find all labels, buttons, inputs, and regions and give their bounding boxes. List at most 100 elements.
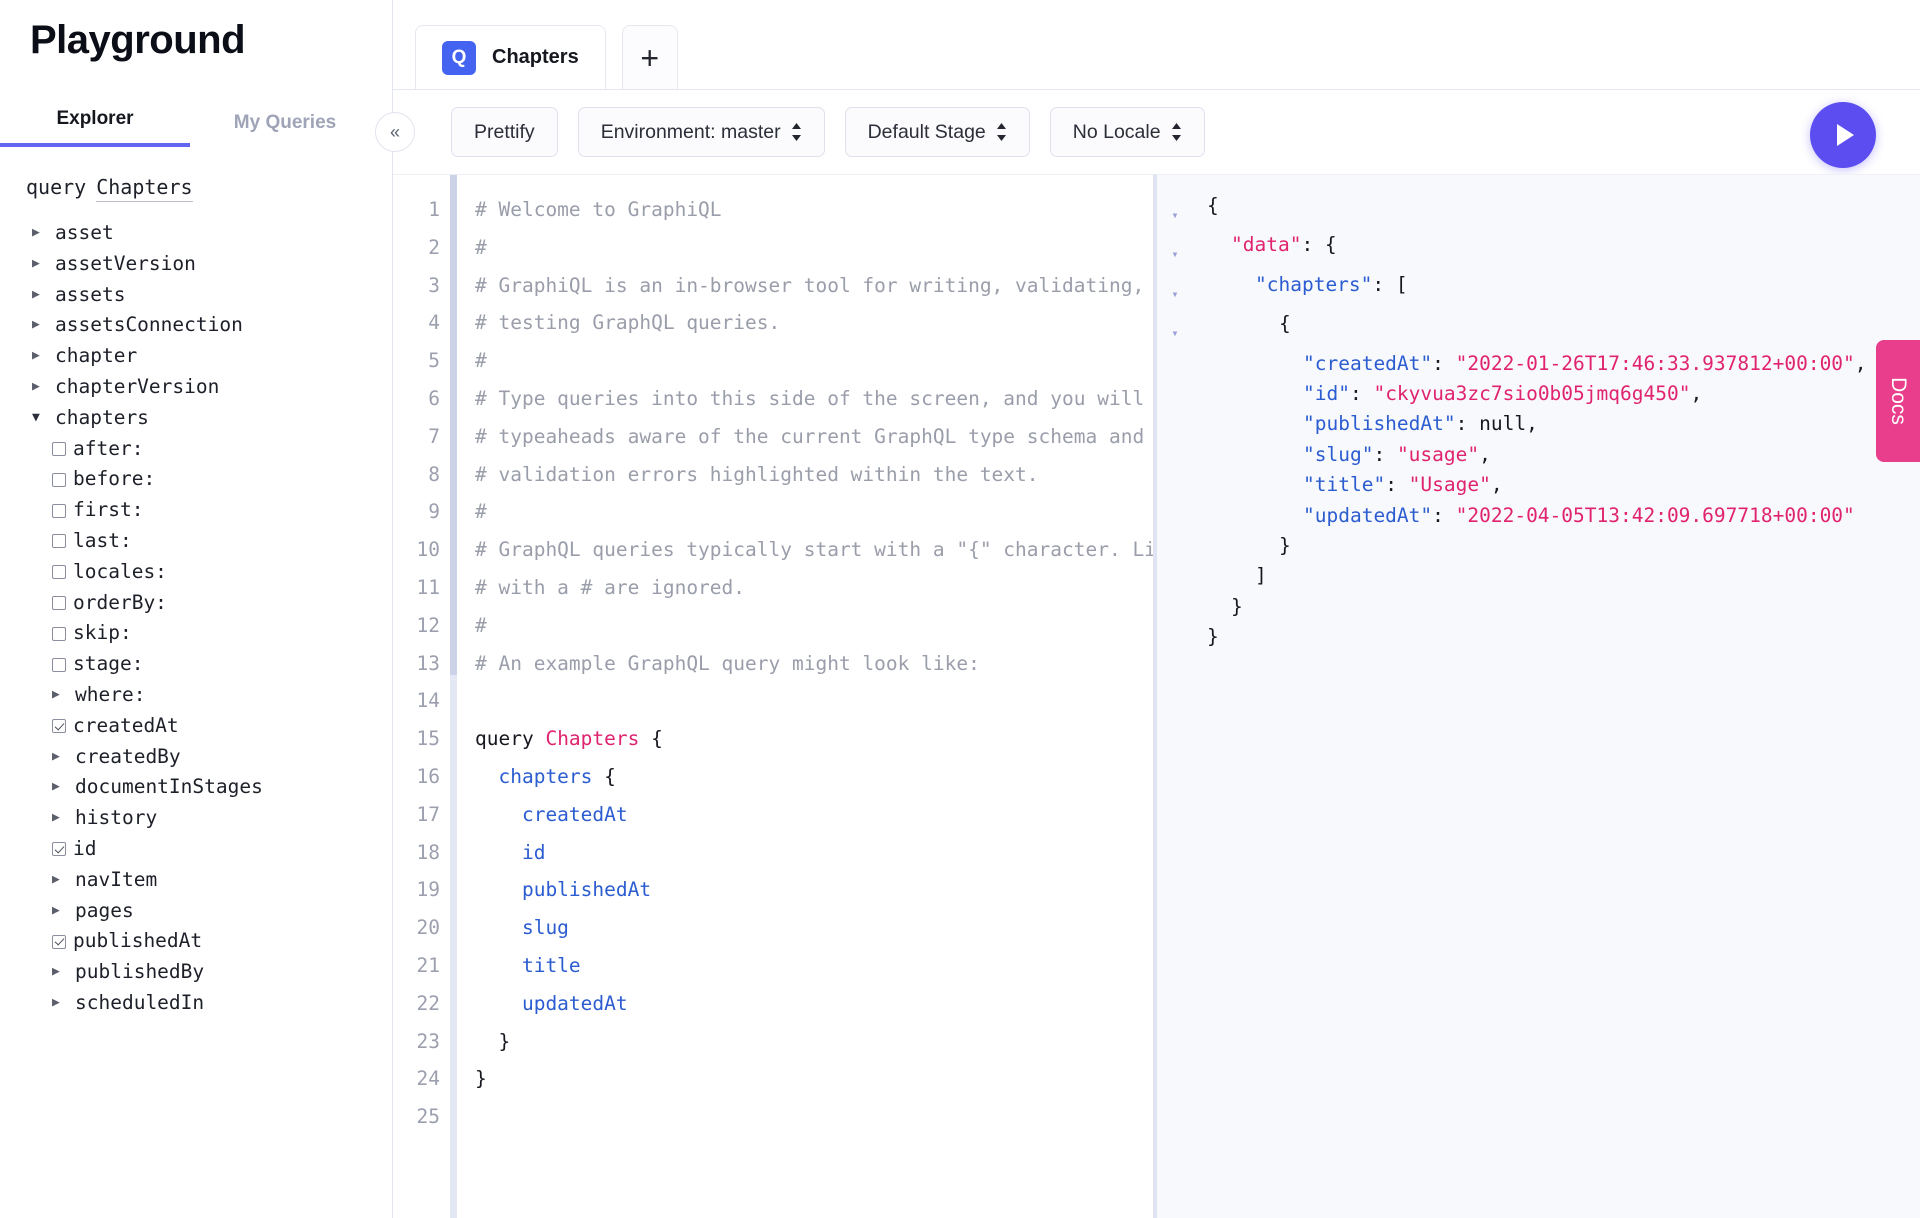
tree-item-assetsConnection[interactable]: ▶ assetsConnection [0, 310, 392, 341]
add-tab-button[interactable]: + [621, 25, 678, 89]
editor-vertical-scrollbar[interactable] [450, 175, 457, 1218]
code-line: 4 # testing GraphQL queries. [393, 304, 1153, 342]
fold-toggle-icon[interactable]: ▾ [1157, 270, 1193, 309]
checkbox-icon[interactable] [52, 534, 66, 549]
checkbox-icon[interactable] [52, 441, 66, 456]
tree-item-documentInStages[interactable]: ▶ documentInStages [0, 772, 392, 803]
json-token: , [1479, 442, 1491, 466]
tree-item-history[interactable]: ▶ history [0, 803, 392, 834]
tree-item-pages[interactable]: ▶ pages [0, 896, 392, 927]
tree-item-chapter[interactable]: ▶ chapter [0, 341, 392, 372]
tree-item-label: after: [73, 436, 144, 460]
checkbox-icon[interactable] [52, 626, 66, 641]
chevron-right-icon[interactable]: ▶ [52, 957, 68, 988]
fold-toggle-icon[interactable]: ▾ [1157, 309, 1193, 348]
docs-tab-button[interactable]: Docs [1876, 340, 1920, 462]
chevron-right-icon[interactable]: ▶ [52, 680, 68, 711]
checkbox-icon[interactable] [52, 657, 66, 672]
checkbox-icon[interactable] [52, 934, 66, 949]
tree-item-navItem[interactable]: ▶ navItem [0, 865, 392, 896]
environment-select[interactable]: Environment: master [577, 107, 825, 157]
fold-toggle-icon [1157, 561, 1193, 591]
tree-item-createdBy[interactable]: ▶ createdBy [0, 742, 392, 773]
tree-item-chapterVersion[interactable]: ▶ chapterVersion [0, 372, 392, 403]
tree-item-scheduledIn[interactable]: ▶ scheduledIn [0, 988, 392, 1019]
tree-item-chapters[interactable]: ▼ chapters [0, 403, 392, 434]
tree-item-publishedAt[interactable]: publishedAt [0, 926, 392, 957]
tree-item-label: createdBy [75, 744, 181, 768]
comment-token: # GraphQL queries typically start with a… [475, 538, 1153, 562]
query-editor[interactable]: 1 # Welcome to GraphiQL 2 #3 # GraphiQL is a… [393, 174, 1153, 1218]
query-name-input[interactable]: Chapters [96, 175, 193, 202]
chevron-right-icon[interactable]: ▶ [52, 865, 68, 896]
chevron-right-icon[interactable]: ▶ [52, 772, 68, 803]
chevron-right-icon[interactable]: ▶ [52, 803, 68, 834]
environment-label: Environment: master [600, 120, 781, 143]
fold-toggle-icon [1157, 440, 1193, 470]
tab-my-queries[interactable]: My Queries [190, 112, 380, 147]
execute-query-button[interactable] [1810, 102, 1876, 168]
tree-item-where[interactable]: ▶ where: [0, 680, 392, 711]
tree-item-label: scheduledIn [75, 990, 205, 1014]
code-line: 21 title [393, 947, 1153, 985]
checkbox-icon[interactable] [52, 842, 66, 857]
chevron-right-icon[interactable]: ▶ [32, 280, 48, 311]
editor-vertical-thumb[interactable] [450, 175, 457, 675]
chevron-right-icon[interactable]: ▶ [52, 988, 68, 1019]
checkbox-icon[interactable] [52, 503, 66, 518]
prettify-button[interactable]: Prettify [451, 107, 558, 157]
tree-item-orderBy[interactable]: orderBy: [0, 588, 392, 619]
result-line: ▾ "data": { [1157, 230, 1920, 269]
tree-item-asset[interactable]: ▶ asset [0, 218, 392, 249]
tree-item-assetVersion[interactable]: ▶ assetVersion [0, 249, 392, 280]
chevron-right-icon[interactable]: ▶ [52, 896, 68, 927]
tree-item-locales[interactable]: locales: [0, 557, 392, 588]
field-token: publishedAt [475, 878, 652, 902]
chevron-right-icon[interactable]: ▶ [52, 742, 68, 773]
tree-item-after[interactable]: after: [0, 434, 392, 465]
comment-token: # [475, 235, 487, 259]
result-text: { [1193, 309, 1920, 348]
line-number: 24 [416, 1067, 440, 1091]
tree-item-before[interactable]: before: [0, 464, 392, 495]
line-number: 25 [416, 1105, 440, 1129]
fold-toggle-icon[interactable]: ▾ [1157, 230, 1193, 269]
code-line: 6 # Type queries into this side of the sc… [393, 380, 1153, 418]
query-tab-chapters[interactable]: Q Chapters [415, 25, 606, 89]
checkbox-icon[interactable] [52, 472, 66, 487]
result-line: } [1157, 592, 1920, 622]
tree-item-skip[interactable]: skip: [0, 618, 392, 649]
chevron-right-icon[interactable]: ▶ [32, 249, 48, 280]
tree-item-last[interactable]: last: [0, 526, 392, 557]
result-line: "slug": "usage", [1157, 440, 1920, 470]
code-text: # [465, 607, 487, 645]
chevron-right-icon[interactable]: ▶ [32, 372, 48, 403]
code-text: slug [465, 909, 569, 947]
tab-explorer[interactable]: Explorer [0, 108, 190, 147]
tree-item-publishedBy[interactable]: ▶ publishedBy [0, 957, 392, 988]
collapse-sidebar-button[interactable]: « [375, 112, 415, 152]
tree-item-createdAt[interactable]: createdAt [0, 711, 392, 742]
tree-item-first[interactable]: first: [0, 495, 392, 526]
line-number: 10 [416, 538, 440, 562]
tree-item-label: last: [73, 528, 132, 552]
locale-select[interactable]: No Locale [1049, 107, 1205, 157]
chevron-right-icon[interactable]: ▶ [32, 341, 48, 372]
tree-item-assets[interactable]: ▶ assets [0, 280, 392, 311]
field-token: slug [475, 916, 569, 940]
line-number: 20 [416, 916, 440, 940]
tree-item-id[interactable]: id [0, 834, 392, 865]
chevron-right-icon[interactable]: ▶ [32, 218, 48, 249]
tree-item-stage[interactable]: stage: [0, 649, 392, 680]
stage-select[interactable]: Default Stage [844, 107, 1030, 157]
query-code: 1 # Welcome to GraphiQL 2 #3 # GraphiQL is a… [393, 175, 1153, 1136]
checkbox-icon[interactable] [52, 719, 66, 734]
chevron-down-icon[interactable]: ▼ [32, 403, 48, 434]
fold-toggle-icon[interactable]: ▾ [1157, 191, 1193, 230]
checkbox-icon[interactable] [52, 595, 66, 610]
chevron-right-icon[interactable]: ▶ [32, 310, 48, 341]
code-text: publishedAt [465, 871, 651, 909]
line-number: 23 [416, 1029, 440, 1053]
checkbox-icon[interactable] [52, 565, 66, 580]
result-viewer[interactable]: ▾{▾ "data": {▾ "chapters": [▾{"createdAt":… [1153, 174, 1920, 1218]
